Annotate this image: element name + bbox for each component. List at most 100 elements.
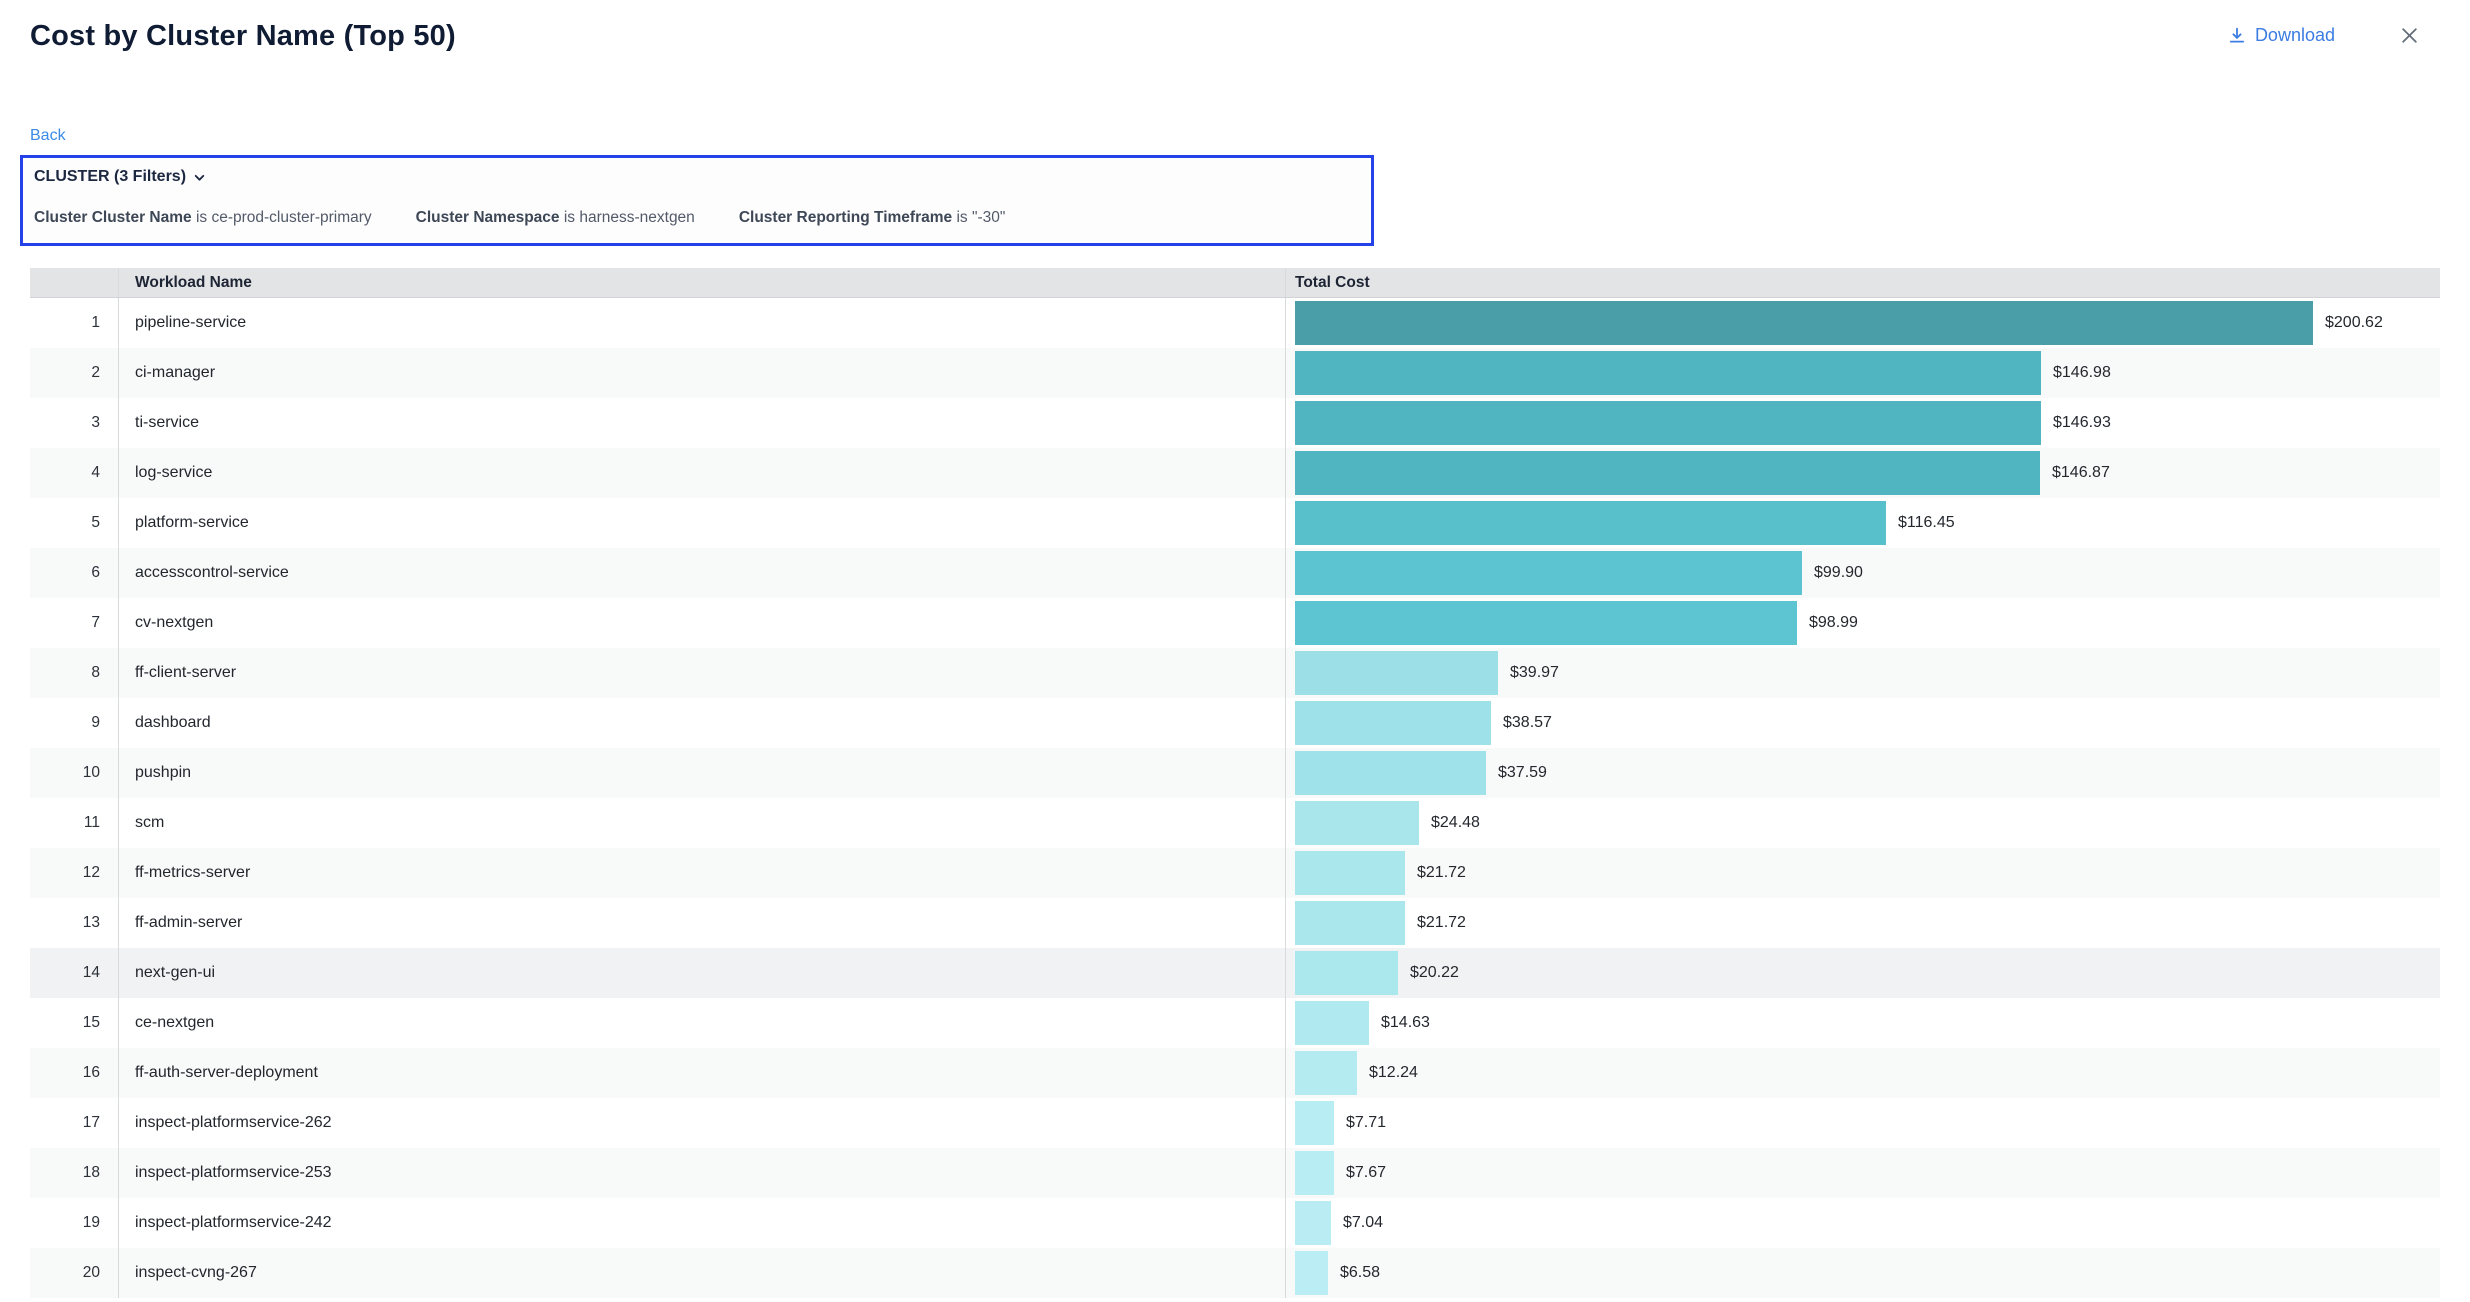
row-workload: inspect-platformservice-262 <box>118 1098 1286 1148</box>
table-row[interactable]: 3 ti-service $146.93 <box>30 398 2440 448</box>
cost-bar <box>1295 801 1419 845</box>
cost-value: $12.24 <box>1369 1064 1418 1082</box>
download-icon <box>2228 27 2246 45</box>
filter-chip[interactable]: Cluster Reporting Timeframe is "-30" <box>739 209 1006 227</box>
cost-bar <box>1295 851 1405 895</box>
cost-bar <box>1295 451 2040 495</box>
cost-value: $39.97 <box>1510 664 1559 682</box>
table-row[interactable]: 1 pipeline-service $200.62 <box>30 298 2440 348</box>
row-workload: inspect-platformservice-242 <box>118 1198 1286 1248</box>
row-cost-cell: $98.99 <box>1286 598 2440 648</box>
filter-chip-field: Cluster Namespace <box>416 209 560 226</box>
back-row: Back <box>30 127 2470 145</box>
row-rank: 12 <box>30 848 118 898</box>
cost-bar <box>1295 401 2041 445</box>
cost-bar <box>1295 1051 1357 1095</box>
row-rank: 10 <box>30 748 118 798</box>
row-cost-cell: $146.98 <box>1286 348 2440 398</box>
row-rank: 7 <box>30 598 118 648</box>
filter-chip-condition: is ce-prod-cluster-primary <box>192 209 372 226</box>
row-rank: 14 <box>30 948 118 998</box>
cost-value: $20.22 <box>1410 964 1459 982</box>
cost-bar <box>1295 1001 1369 1045</box>
row-cost-cell: $116.45 <box>1286 498 2440 548</box>
row-cost-cell: $12.24 <box>1286 1048 2440 1098</box>
table-row[interactable]: 18 inspect-platformservice-253 $7.67 <box>30 1148 2440 1198</box>
cost-value: $200.62 <box>2325 314 2383 332</box>
table-row[interactable]: 16 ff-auth-server-deployment $12.24 <box>30 1048 2440 1098</box>
row-workload: dashboard <box>118 698 1286 748</box>
filter-chip[interactable]: Cluster Namespace is harness-nextgen <box>416 209 695 227</box>
cost-bar <box>1295 951 1398 995</box>
row-cost-cell: $20.22 <box>1286 948 2440 998</box>
row-workload: ff-auth-server-deployment <box>118 1048 1286 1098</box>
top-actions: Download <box>2228 20 2422 48</box>
cost-bar <box>1295 701 1491 745</box>
row-workload: ff-admin-server <box>118 898 1286 948</box>
table-row[interactable]: 15 ce-nextgen $14.63 <box>30 998 2440 1048</box>
table-row[interactable]: 11 scm $24.48 <box>30 798 2440 848</box>
row-rank: 8 <box>30 648 118 698</box>
cost-value: $6.58 <box>1340 1264 1380 1282</box>
cost-bar <box>1295 551 1802 595</box>
cost-value: $146.98 <box>2053 364 2111 382</box>
row-cost-cell: $7.71 <box>1286 1098 2440 1148</box>
close-button[interactable] <box>2397 23 2422 48</box>
table-row[interactable]: 14 next-gen-ui $20.22 <box>30 948 2440 998</box>
cost-value: $99.90 <box>1814 564 1863 582</box>
filter-chip-field: Cluster Cluster Name <box>34 209 192 226</box>
row-cost-cell: $146.87 <box>1286 448 2440 498</box>
filter-panel: CLUSTER (3 Filters) Cluster Cluster Name… <box>20 155 1374 246</box>
cost-value: $116.45 <box>1898 514 1955 532</box>
table-row[interactable]: 17 inspect-platformservice-262 $7.71 <box>30 1098 2440 1148</box>
filter-chip-field: Cluster Reporting Timeframe <box>739 209 952 226</box>
table-row[interactable]: 2 ci-manager $146.98 <box>30 348 2440 398</box>
filter-chip[interactable]: Cluster Cluster Name is ce-prod-cluster-… <box>34 209 372 227</box>
row-cost-cell: $200.62 <box>1286 298 2440 348</box>
filter-group-toggle[interactable]: CLUSTER (3 Filters) <box>34 168 206 186</box>
row-workload: next-gen-ui <box>118 948 1286 998</box>
row-rank: 13 <box>30 898 118 948</box>
row-rank: 17 <box>30 1098 118 1148</box>
row-workload: inspect-platformservice-253 <box>118 1148 1286 1198</box>
cost-value: $7.04 <box>1343 1214 1383 1232</box>
row-workload: pushpin <box>118 748 1286 798</box>
cost-value: $21.72 <box>1417 914 1466 932</box>
cost-bar <box>1295 1251 1328 1295</box>
cost-bar <box>1295 351 2041 395</box>
row-rank: 18 <box>30 1148 118 1198</box>
download-button[interactable]: Download <box>2228 25 2335 46</box>
table-row[interactable]: 6 accesscontrol-service $99.90 <box>30 548 2440 598</box>
table-row[interactable]: 5 platform-service $116.45 <box>30 498 2440 548</box>
table-row[interactable]: 10 pushpin $37.59 <box>30 748 2440 798</box>
row-workload: ti-service <box>118 398 1286 448</box>
table-row[interactable]: 12 ff-metrics-server $21.72 <box>30 848 2440 898</box>
row-rank: 1 <box>30 298 118 348</box>
cost-bar <box>1295 1101 1334 1145</box>
table-row[interactable]: 4 log-service $146.87 <box>30 448 2440 498</box>
row-workload: accesscontrol-service <box>118 548 1286 598</box>
cost-value: $146.87 <box>2052 464 2110 482</box>
cost-bar <box>1295 651 1498 695</box>
table-row[interactable]: 20 inspect-cvng-267 $6.58 <box>30 1248 2440 1298</box>
cost-table: Workload Name Total Cost 1 pipeline-serv… <box>30 268 2440 1298</box>
table-row[interactable]: 7 cv-nextgen $98.99 <box>30 598 2440 648</box>
table-row[interactable]: 8 ff-client-server $39.97 <box>30 648 2440 698</box>
row-rank: 5 <box>30 498 118 548</box>
table-row[interactable]: 13 ff-admin-server $21.72 <box>30 898 2440 948</box>
cost-bar <box>1295 301 2313 345</box>
cost-bar <box>1295 501 1886 545</box>
row-workload: ff-metrics-server <box>118 848 1286 898</box>
row-workload: ci-manager <box>118 348 1286 398</box>
table-row[interactable]: 9 dashboard $38.57 <box>30 698 2440 748</box>
row-workload: scm <box>118 798 1286 848</box>
row-rank: 3 <box>30 398 118 448</box>
cost-bar <box>1295 1151 1334 1195</box>
row-rank: 16 <box>30 1048 118 1098</box>
table-row[interactable]: 19 inspect-platformservice-242 $7.04 <box>30 1198 2440 1248</box>
chevron-down-icon <box>193 171 206 184</box>
back-link[interactable]: Back <box>30 127 66 144</box>
row-cost-cell: $21.72 <box>1286 898 2440 948</box>
row-cost-cell: $146.93 <box>1286 398 2440 448</box>
row-workload: pipeline-service <box>118 298 1286 348</box>
